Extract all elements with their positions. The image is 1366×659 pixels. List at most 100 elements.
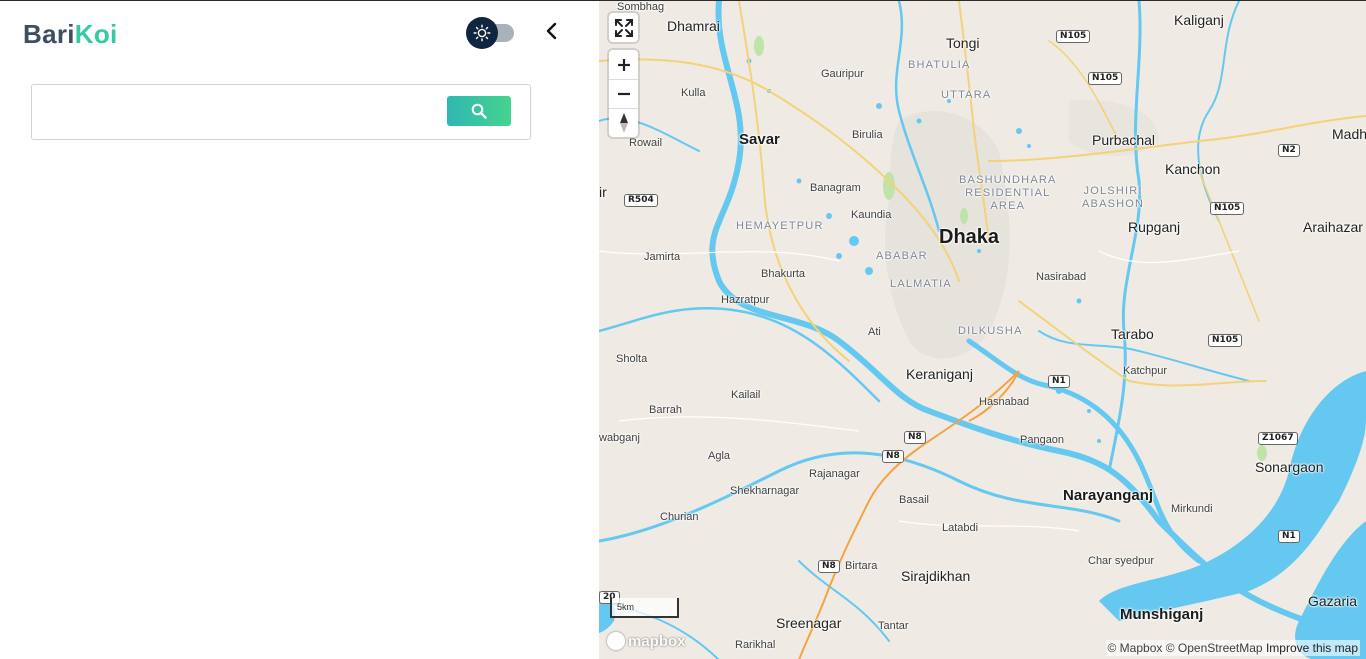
map-label-kulla: Kulla [681, 87, 706, 99]
map-label-kailail: Kailail [731, 389, 761, 401]
map-attribution: © Mapbox © OpenStreetMap Improve this ma… [1105, 640, 1360, 656]
map-label-dhaka: Dhaka [939, 226, 1000, 248]
map-label-madh: Madh [1332, 126, 1366, 142]
map-label-dhamrai: Dhamrai [667, 18, 720, 34]
plus-icon [617, 58, 630, 71]
map-label-churian: Churian [660, 511, 699, 523]
sun-icon [473, 24, 491, 42]
map-label-munshiganj: Munshiganj [1120, 606, 1204, 623]
map-label-birulia: Birulia [852, 129, 883, 141]
map-label-gauripur: Gauripur [821, 68, 864, 80]
map-canvas[interactable]: Sombhag Dhamrai Tongi Kaliganj Gauripur … [599, 1, 1366, 659]
barikoi-logo[interactable]: BariKoi [23, 19, 118, 50]
map-label-keraniganj: Keraniganj [906, 366, 973, 382]
road-shield-r504: R504 [624, 194, 658, 207]
map-label-nawabganj: wabganj [599, 432, 640, 444]
search-button[interactable] [447, 96, 511, 126]
map-label-narayanganj: Narayanganj [1063, 487, 1154, 504]
reset-bearing-button[interactable] [609, 108, 638, 137]
map-label-kaundia: Kaundia [851, 209, 892, 221]
map-label-hemayetpur: HEMAYETPUR [736, 220, 824, 232]
map-label-gazaria: Gazaria [1308, 593, 1358, 609]
search-input[interactable] [40, 97, 440, 127]
logo-text-koi: Koi [74, 19, 118, 49]
map-label-rowail: Rowail [629, 137, 663, 149]
road-shield-n8: N8 [818, 560, 840, 573]
map-scale-bar: 5km [610, 598, 679, 618]
road-shield-n105: N105 [1210, 202, 1245, 215]
map-label-katchpur: Katchpur [1123, 365, 1168, 377]
road-shield-n105: N105 [1056, 30, 1091, 43]
map-label-tongi: Tongi [946, 35, 980, 51]
improve-map-link[interactable]: Improve this map [1266, 641, 1358, 655]
attribution-mapbox-link[interactable]: © Mapbox [1108, 641, 1163, 655]
map-label-ir: ir [599, 184, 607, 200]
map-label-char-syedpur: Char syedpur [1088, 555, 1155, 567]
map-label-birtara: Birtara [845, 560, 878, 572]
map-label-basail: Basail [899, 494, 929, 506]
search-icon [471, 103, 487, 119]
map-label-hazratpur: Hazratpur [721, 294, 770, 306]
map-label-nasirabad: Nasirabad [1036, 271, 1087, 283]
map-label-sonargaon: Sonargaon [1255, 459, 1324, 475]
mapbox-logo-text: mapbox [628, 632, 686, 650]
map-label-latabdi: Latabdi [942, 522, 979, 534]
map-label-pangaon: Pangaon [1020, 434, 1065, 446]
map-label-sirajdikhan: Sirajdikhan [901, 568, 971, 584]
map-label-agla: Agla [708, 450, 731, 462]
map-label-savar: Savar [739, 131, 780, 148]
road-shield-n1: N1 [1048, 375, 1070, 388]
map-label-araihazar: Araihazar [1303, 219, 1363, 235]
collapse-sidebar-button[interactable] [540, 19, 564, 43]
road-shield-n1: N1 [1278, 530, 1300, 543]
map-label-tarabo: Tarabo [1111, 326, 1154, 342]
map-label-sreenagar: Sreenagar [776, 615, 842, 631]
theme-toggle-knob [466, 17, 498, 49]
road-shield-n105: N105 [1088, 72, 1123, 85]
map-label-uttara: UTTARA [941, 89, 992, 101]
chevron-left-icon [546, 22, 557, 40]
map-label-ababar: ABABAR [876, 250, 928, 262]
mapbox-logo-icon [607, 632, 625, 650]
navigation-control [609, 50, 638, 137]
mapbox-logo[interactable]: mapbox [607, 632, 686, 650]
map-label-dilkusha: DILKUSHA [958, 325, 1023, 337]
sidebar: BariKoi [0, 1, 599, 659]
road-shield-n8: N8 [904, 431, 926, 444]
map-label-rajanagar: Rajanagar [809, 468, 860, 480]
zoom-in-button[interactable] [609, 50, 638, 79]
fullscreen-button[interactable] [609, 13, 638, 42]
road-shield-n105: N105 [1208, 334, 1243, 347]
map-label-sombhag: Sombhag [617, 1, 665, 13]
map-label-shekharnagar: Shekharnagar [730, 485, 800, 497]
map-label-tantar: Tantar [878, 620, 909, 632]
compass-icon [619, 113, 628, 133]
map-label-mirkundi: Mirkundi [1171, 503, 1213, 515]
map-label-jamirta: Jamirta [644, 251, 681, 263]
map-label-hasnabad: Hasnabad [979, 396, 1030, 408]
road-shield-n8: N8 [882, 450, 904, 463]
map-label-banagram: Banagram [810, 182, 861, 194]
search-box [31, 84, 531, 140]
road-shield-n2: N2 [1278, 144, 1300, 157]
app-root: BariKoi Sombhag Dhamrai Tongi Kaliganj G… [0, 0, 1366, 659]
map-label-purbachal: Purbachal [1092, 132, 1156, 148]
map-label-bashundhara: BASHUNDHARA RESIDENTIAL AREA [959, 174, 1057, 212]
road-shield-z1067: Z1067 [1258, 432, 1298, 445]
minus-icon [617, 92, 630, 96]
map-label-jolshiri: JOLSHIRI ABASHON [1082, 185, 1145, 210]
map-label-rupganj: Rupganj [1128, 219, 1181, 235]
map-label-rarikhal: Rarikhal [735, 639, 776, 651]
zoom-out-button[interactable] [609, 79, 638, 108]
map-label-bhakurta: Bhakurta [761, 268, 806, 280]
attribution-osm-link[interactable]: © OpenStreetMap [1166, 641, 1263, 655]
logo-text-bari: Bari [23, 19, 75, 49]
fullscreen-control [609, 13, 638, 42]
theme-toggle[interactable] [466, 17, 516, 49]
map-label-bhatulia: BHATULIA [908, 59, 971, 71]
map-label-kanchon: Kanchon [1165, 161, 1221, 177]
fullscreen-icon [614, 18, 633, 37]
map-label-lalmatia: LALMATIA [890, 278, 952, 290]
map-label-kaliganj: Kaliganj [1174, 12, 1224, 28]
map-label-sholta: Sholta [616, 353, 648, 365]
